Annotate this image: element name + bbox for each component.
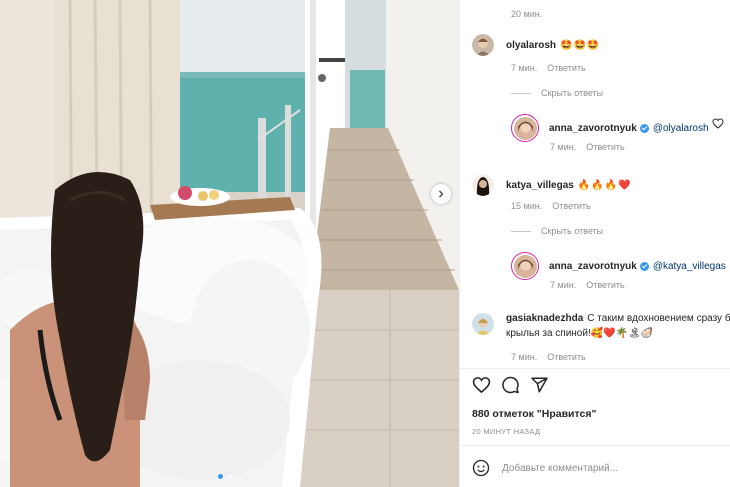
comment-time: 7 мин. xyxy=(550,142,577,152)
likes-count[interactable]: 880 отметок "Нравится" xyxy=(472,408,596,420)
comment-username[interactable]: gasiaknadezhda xyxy=(506,313,583,324)
comment-username[interactable]: anna_zavorotnyuk xyxy=(549,123,637,134)
reply-button[interactable]: Ответить xyxy=(586,142,624,152)
comment-time: 7 мин. xyxy=(511,352,538,362)
share-icon xyxy=(531,377,548,393)
reply-button[interactable]: Ответить xyxy=(552,201,590,211)
comment-katya-villegas: katya_villegas 🔥🔥🔥❤️ xyxy=(472,174,632,196)
emoji-icon xyxy=(472,459,490,477)
comment-username[interactable]: anna_zavorotnyuk xyxy=(549,261,637,272)
hide-replies-line xyxy=(511,230,531,232)
comment-username[interactable]: olyalarosh xyxy=(506,40,556,51)
reply-button[interactable]: Ответить xyxy=(547,352,585,362)
like-button[interactable] xyxy=(472,376,491,394)
comment-input[interactable] xyxy=(502,462,722,474)
previous-comment-time: 20 мин. xyxy=(511,9,543,19)
carousel-dot-1 xyxy=(218,474,223,479)
reply-anna-to-katya: anna_zavorotnyuk @katya_villegas xyxy=(511,252,726,280)
divider xyxy=(460,445,730,446)
comment-mention[interactable]: @olyalarosh xyxy=(653,123,709,134)
comment-text: С таким вдохновением сразу б xyxy=(587,313,730,324)
heart-icon xyxy=(472,377,491,394)
post-time[interactable]: 20 МИНУТ НАЗАД xyxy=(472,427,540,436)
reply-anna-to-olyalarosh: anna_zavorotnyuk @olyalarosh xyxy=(511,114,709,142)
avatar[interactable] xyxy=(511,114,539,142)
carousel-dots xyxy=(218,474,232,479)
comment-mention[interactable]: @katya_villegas xyxy=(653,261,726,272)
post-photo[interactable] xyxy=(0,0,459,487)
heart-icon[interactable] xyxy=(712,118,724,129)
reply-button[interactable]: Ответить xyxy=(586,280,624,290)
comment-olyalarosh: olyalarosh 🤩🤩🤩 xyxy=(472,34,600,56)
post-actions xyxy=(472,376,549,394)
comment-icon xyxy=(502,376,519,394)
avatar[interactable] xyxy=(511,252,539,280)
verified-icon xyxy=(639,123,649,133)
chevron-right-icon xyxy=(439,190,444,198)
verified-icon xyxy=(639,261,649,271)
next-photo-button[interactable] xyxy=(431,184,451,204)
comment-username[interactable]: katya_villegas xyxy=(506,180,574,191)
share-button[interactable] xyxy=(530,376,549,394)
avatar[interactable] xyxy=(472,313,494,335)
emoji-button[interactable] xyxy=(472,459,490,477)
add-comment-bar xyxy=(472,459,722,477)
comment-time: 15 мин. xyxy=(511,201,543,211)
comment-text-line2: крылья за спиной!🥰❤️🌴🏝🦪 xyxy=(506,328,654,339)
comment-time: 7 мин. xyxy=(511,63,538,73)
comment-time: 7 мин. xyxy=(550,280,577,290)
comment-button[interactable] xyxy=(501,376,520,394)
comment-gasiaknadezhda: gasiaknadezhda С таким вдохновением сраз… xyxy=(472,313,730,339)
comments-pane: 20 мин. olyalarosh 🤩🤩🤩 7 мин. Ответить С… xyxy=(459,0,730,487)
reply-button[interactable]: Ответить xyxy=(547,63,585,73)
avatar[interactable] xyxy=(472,174,494,196)
photo-image xyxy=(0,0,459,487)
comment-text: 🔥🔥🔥❤️ xyxy=(577,179,632,191)
divider xyxy=(460,368,730,369)
avatar[interactable] xyxy=(472,34,494,56)
carousel-dot-2 xyxy=(227,474,232,479)
hide-replies-line xyxy=(511,92,531,94)
hide-replies-button[interactable]: Скрыть ответы xyxy=(541,88,603,98)
hide-replies-button[interactable]: Скрыть ответы xyxy=(541,226,603,236)
comment-text: 🤩🤩🤩 xyxy=(560,39,601,51)
